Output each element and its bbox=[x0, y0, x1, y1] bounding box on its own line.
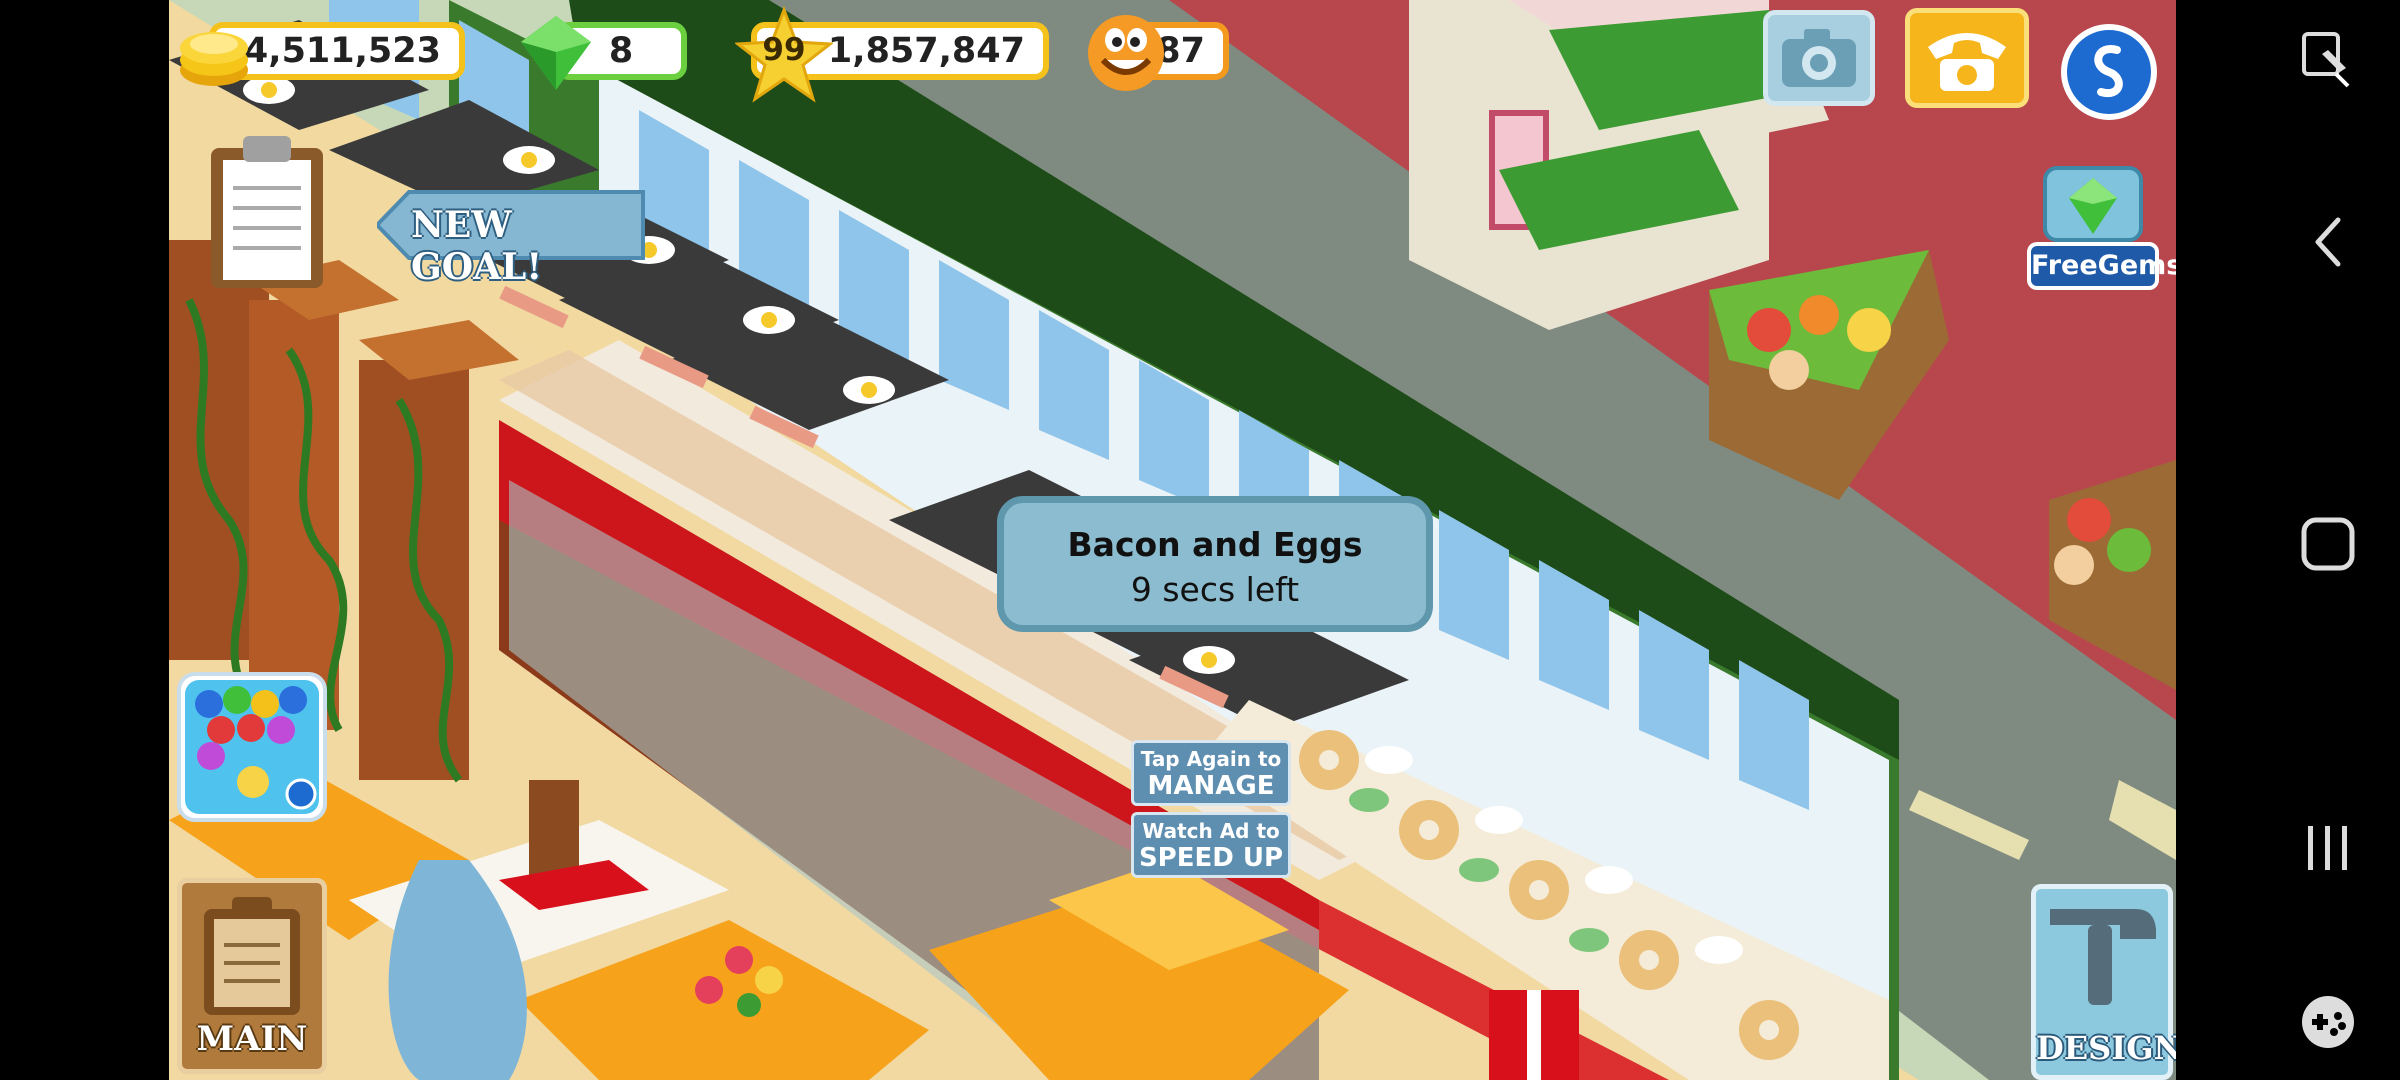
manage-tag[interactable]: Tap Again to MANAGE bbox=[1131, 740, 1291, 806]
clipboard-icon bbox=[211, 136, 323, 288]
xp-value: 1,857,847 bbox=[827, 31, 1025, 71]
friends-button[interactable] bbox=[2061, 24, 2157, 120]
bubble-shooter-icon bbox=[185, 680, 319, 814]
new-goal-label: NEW GOAL! bbox=[411, 204, 543, 288]
main-button[interactable]: MAIN bbox=[177, 878, 327, 1074]
edit-button[interactable] bbox=[2296, 28, 2356, 88]
recents-button[interactable] bbox=[2300, 818, 2356, 878]
camera-button[interactable] bbox=[1763, 10, 1875, 106]
manage-line2: MANAGE bbox=[1147, 771, 1275, 801]
level-value: 99 bbox=[762, 32, 806, 68]
game-tools-button[interactable] bbox=[2298, 992, 2358, 1052]
tooltip-time-left: 9 secs left bbox=[1130, 570, 1300, 609]
goals-clipboard-button[interactable] bbox=[203, 128, 331, 292]
speed-line1: Watch Ad to bbox=[1142, 819, 1280, 843]
telephone-icon bbox=[1928, 33, 2006, 91]
recents-icon bbox=[2308, 826, 2347, 870]
free-gems-tv-icon bbox=[2043, 166, 2143, 242]
speed-up-tag[interactable]: Watch Ad to SPEED UP bbox=[1131, 812, 1291, 878]
bubble-game-button[interactable] bbox=[177, 672, 327, 822]
tooltip-title: Bacon and Eggs bbox=[1067, 525, 1363, 564]
flowers bbox=[725, 946, 753, 974]
back-icon bbox=[2315, 217, 2341, 267]
gamepad-icon bbox=[2302, 996, 2354, 1048]
clipboard-icon bbox=[204, 897, 300, 1015]
new-goal-banner[interactable]: NEW GOAL! bbox=[377, 190, 645, 288]
back-button[interactable] bbox=[2304, 212, 2352, 272]
design-label: DESIGN bbox=[2036, 1029, 2176, 1067]
design-button[interactable]: DESIGN bbox=[2031, 884, 2176, 1080]
hammer-icon bbox=[2050, 909, 2156, 1005]
main-label: MAIN bbox=[196, 1019, 308, 1059]
phone-button[interactable] bbox=[1905, 8, 2029, 108]
game-viewport[interactable]: 14,511,523 8 1,857,847 99 87 FreeGems NE… bbox=[169, 0, 2176, 1080]
smiley-face-icon bbox=[1088, 15, 1164, 91]
green-gem-icon bbox=[521, 16, 591, 90]
free-gems-button[interactable]: FreeGems bbox=[2027, 148, 2176, 294]
cooking-tooltip: Bacon and Eggs 9 secs left bbox=[997, 496, 1433, 632]
friend-network-icon bbox=[2094, 45, 2123, 98]
camera-icon bbox=[1782, 29, 1856, 87]
gems-value: 8 bbox=[608, 31, 634, 71]
edit-pencil-icon bbox=[2302, 32, 2350, 88]
home-button[interactable] bbox=[2298, 514, 2358, 574]
coin-stack-icon bbox=[180, 32, 248, 86]
manage-line1: Tap Again to bbox=[1140, 747, 1282, 771]
speed-line2: SPEED UP bbox=[1138, 843, 1284, 873]
free-gems-label: FreeGems bbox=[2027, 242, 2176, 290]
home-icon bbox=[2301, 517, 2355, 571]
